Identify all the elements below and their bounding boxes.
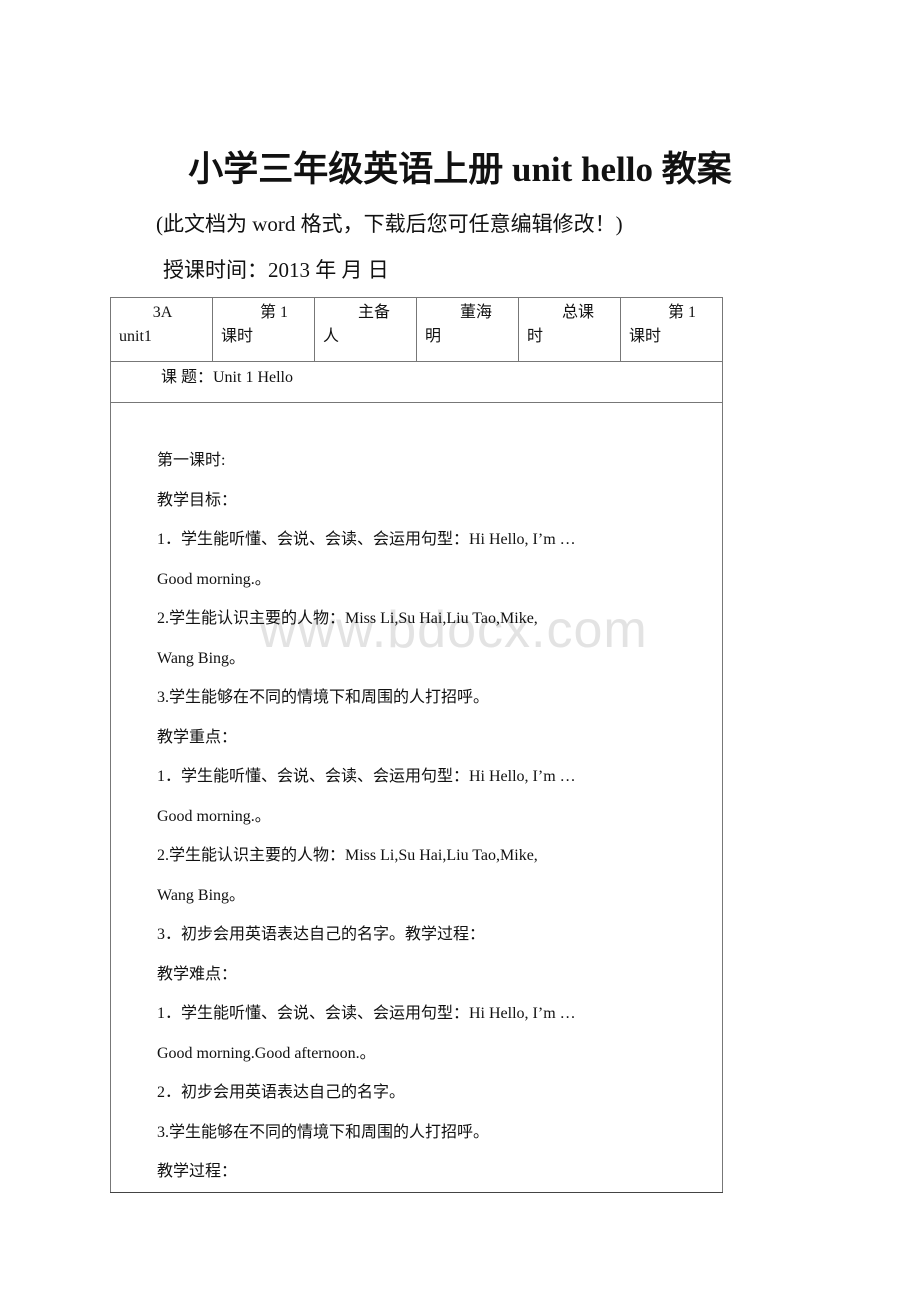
- format-note: (此文档为 word 格式，下载后您可任意编辑修改！): [156, 212, 623, 236]
- content-line: 3．初步会用英语表达自己的名字。教学过程：: [157, 926, 486, 943]
- cell-top-text: 第 1: [667, 304, 696, 321]
- content-line: 2．初步会用英语表达自己的名字。: [157, 1084, 406, 1101]
- content-cell: www.bdocx.com 第一课时: 教学目标： 1．学生能听懂、会说、会读、会运…: [110, 402, 723, 1193]
- content-line: 教学过程：: [157, 1163, 238, 1180]
- header-cell-total-label: 总课 时: [518, 297, 621, 362]
- topic-text: 课 题：Unit 1 Hello: [161, 369, 293, 386]
- topic-row: 课 题：Unit 1 Hello: [110, 361, 723, 403]
- cell-bottom-text: 课时: [221, 328, 254, 345]
- content-line: Good morning.Good afternoon.。: [157, 1044, 376, 1062]
- content-line: 教学重点：: [157, 728, 238, 746]
- content-line: Good morning.。: [157, 807, 271, 825]
- header-cell-preparer-label: 主备 人: [314, 297, 417, 362]
- topic-cell: 课 题：Unit 1 Hello: [110, 361, 723, 403]
- header-cell-preparer-name: 董海 明: [416, 297, 519, 362]
- cell-bottom-text: 课时: [629, 328, 662, 345]
- content-line: 2.学生能认识主要的人物：Miss Li,Su Hai,Liu Tao,Mike…: [157, 847, 538, 864]
- content-line: 3.学生能够在不同的情境下和周围的人打招呼。: [157, 1123, 490, 1141]
- cell-bottom-text: unit1: [119, 328, 152, 345]
- cell-top-text: 主备: [357, 304, 390, 321]
- header-cell-unit: 3A unit1: [110, 297, 213, 362]
- content-line: Wang Bing。: [157, 649, 246, 667]
- header-cell-lesson: 第 1 课时: [212, 297, 315, 362]
- cell-top-text: 董海: [459, 304, 492, 321]
- cell-top-text: 总课: [561, 304, 594, 321]
- content-line: 第一课时:: [157, 452, 226, 469]
- cell-top-text: 3A: [152, 304, 173, 321]
- content-line: Good morning.。: [157, 570, 271, 588]
- table-header-row: 3A unit1 第 1 课时 主备 人 董海 明 总课 时 第 1 课时: [110, 297, 723, 362]
- content-lines: 第一课时: 教学目标： 1．学生能听懂、会说、会读、会运用句型：Hi Hello, …: [111, 403, 722, 1192]
- content-line: 1．学生能听懂、会说、会读、会运用句型：Hi Hello, I’m …: [157, 531, 576, 548]
- document-title: 小学三年级英语上册 unit hello 教案: [188, 150, 732, 189]
- cell-bottom-text: 人: [323, 328, 340, 345]
- content-line: Wang Bing。: [157, 886, 246, 904]
- content-line: 教学目标：: [157, 491, 238, 509]
- content-row: www.bdocx.com 第一课时: 教学目标： 1．学生能听懂、会说、会读、会运…: [110, 402, 723, 1193]
- cell-bottom-text: 明: [425, 328, 442, 345]
- content-line: 教学难点：: [157, 965, 238, 983]
- header-cell-total-value: 第 1 课时: [620, 297, 723, 362]
- teach-date: 授课时间：2013 年 月 日: [163, 258, 389, 282]
- content-line: 1．学生能听懂、会说、会读、会运用句型：Hi Hello, I’m …: [157, 1005, 576, 1022]
- lesson-plan-table: 3A unit1 第 1 课时 主备 人 董海 明 总课 时 第 1 课时 课 …: [110, 297, 723, 1193]
- content-line: 2.学生能认识主要的人物：Miss Li,Su Hai,Liu Tao,Mike…: [157, 610, 538, 627]
- cell-top-text: 第 1: [259, 304, 288, 321]
- content-line: 3.学生能够在不同的情境下和周围的人打招呼。: [157, 689, 490, 706]
- content-line: 1．学生能听懂、会说、会读、会运用句型：Hi Hello, I’m …: [157, 768, 576, 785]
- cell-bottom-text: 时: [527, 328, 544, 345]
